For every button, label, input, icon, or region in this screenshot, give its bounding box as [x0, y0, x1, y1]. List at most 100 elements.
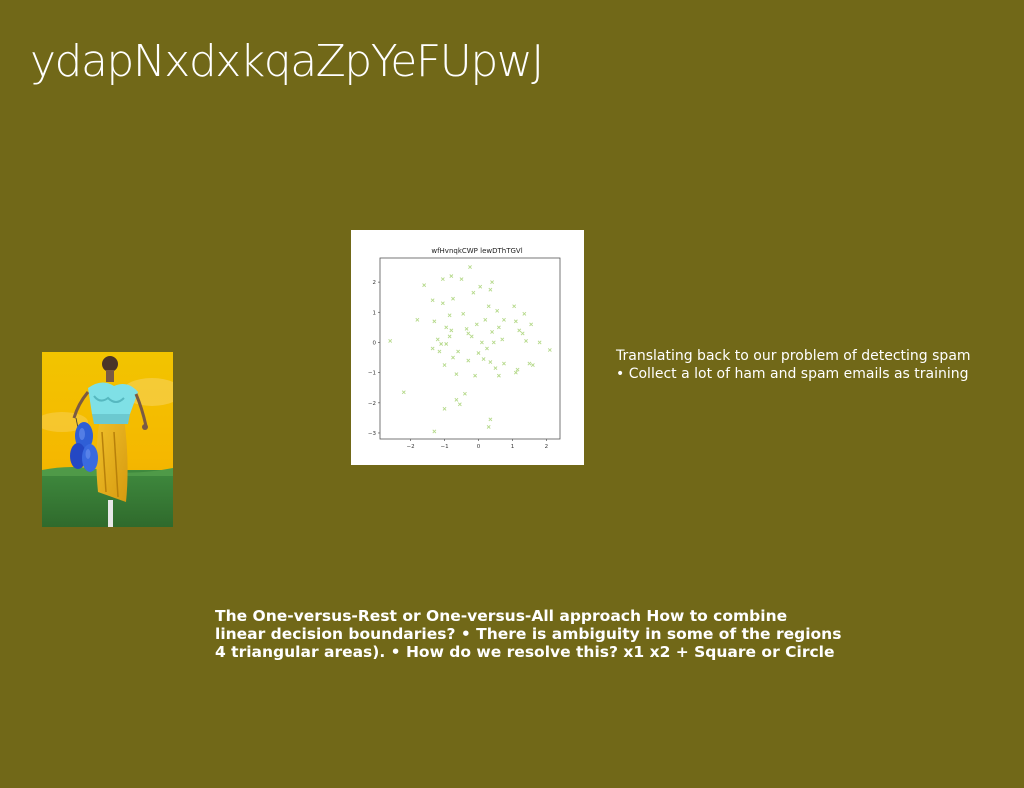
data-point: [524, 339, 528, 343]
data-point: [515, 367, 520, 372]
data-point: [461, 311, 466, 316]
data-point: [517, 328, 522, 333]
x-tick-label: 0: [477, 444, 481, 450]
data-point: [447, 334, 452, 339]
data-point: [481, 357, 486, 361]
body-text-block: The One-versus-Rest or One-versus-All ap…: [215, 607, 865, 661]
data-point: [449, 328, 454, 333]
data-point: [488, 360, 493, 364]
x-tick-label: 2: [545, 444, 549, 450]
data-point: [520, 331, 525, 336]
y-tick-label: −1: [368, 371, 376, 377]
y-tick-label: −3: [368, 431, 377, 437]
y-axis-ticks: 2 1 0 −1 −2 −3: [368, 280, 380, 437]
data-point: [488, 287, 493, 292]
body-text-line-3: 4 triangular areas). • How do we resolve…: [215, 643, 835, 661]
y-tick-label: 0: [373, 340, 377, 346]
data-point: [432, 429, 437, 434]
data-point: [490, 280, 494, 285]
scatter-chart: wfHvnqkCWP lewDThTGVl 2 1 0 −1 −2 −3 −2 −1 0 1 2: [351, 230, 584, 465]
data-point: [464, 326, 469, 331]
data-point: [496, 373, 501, 378]
data-point: [451, 355, 455, 360]
data-point: [466, 358, 471, 363]
data-point: [415, 317, 420, 322]
x-tick-label: −1: [440, 444, 448, 450]
data-point: [454, 372, 459, 377]
data-point: [422, 283, 427, 288]
data-point: [454, 397, 459, 402]
body-text-line-2: linear decision boundaries? • There is a…: [215, 625, 842, 643]
data-point: [496, 325, 501, 330]
data-point: [430, 346, 435, 351]
side-text-line-1: Translating back to our problem of detec…: [616, 348, 971, 364]
data-point: [493, 366, 498, 371]
data-point: [462, 391, 467, 396]
data-point: [490, 329, 494, 334]
data-point: [530, 363, 535, 368]
slide-title: ydapNxdxkqaZpYeFUpwJ: [30, 36, 544, 87]
x-tick-label: 1: [511, 444, 515, 450]
x-tick-label: −2: [407, 444, 415, 450]
data-point: [430, 298, 435, 303]
data-point: [468, 265, 472, 269]
data-point: [435, 337, 440, 342]
photo-illustration: [42, 352, 173, 527]
y-tick-label: 2: [373, 280, 377, 286]
plot-area-frame: [379, 257, 561, 440]
data-point: [459, 277, 464, 282]
y-tick-label: −2: [368, 401, 376, 407]
side-text-block: Translating back to our problem of detec…: [616, 347, 1016, 383]
data-points: [388, 265, 552, 434]
data-point: [537, 340, 542, 345]
data-point: [529, 322, 534, 327]
data-point: [471, 290, 476, 295]
side-text-line-2: • Collect a lot of ham and spam emails a…: [616, 366, 969, 382]
data-point: [388, 339, 393, 343]
y-tick-label: 1: [373, 310, 377, 316]
data-point: [500, 337, 505, 342]
data-point: [449, 274, 454, 279]
data-point: [476, 351, 481, 355]
data-point: [439, 342, 444, 346]
data-point: [442, 363, 447, 368]
data-point: [466, 331, 471, 336]
data-point: [440, 301, 445, 306]
data-point: [486, 304, 491, 309]
data-point: [440, 277, 445, 282]
data-point: [485, 346, 489, 351]
data-point: [513, 370, 518, 375]
photo-image: [42, 352, 173, 527]
data-point: [478, 284, 483, 289]
x-axis-ticks: −2 −1 0 1 2: [407, 439, 549, 450]
data-point: [513, 319, 518, 324]
data-point: [547, 348, 552, 352]
data-point: [495, 308, 500, 313]
data-point: [469, 334, 474, 339]
data-point: [491, 340, 496, 345]
data-point: [527, 361, 532, 366]
data-point: [442, 406, 447, 411]
data-point: [437, 349, 442, 354]
data-point: [401, 390, 406, 395]
data-point: [432, 319, 437, 324]
scatter-chart-svg: wfHvnqkCWP lewDThTGVl 2 1 0 −1 −2 −3 −2 −1 0 1 2: [368, 247, 561, 450]
data-point: [451, 296, 455, 301]
data-point: [483, 317, 488, 322]
data-point: [447, 313, 452, 318]
body-text-line-1: The One-versus-Rest or One-versus-All ap…: [215, 607, 788, 625]
data-point: [444, 342, 449, 346]
data-point: [522, 311, 527, 316]
chart-title: wfHvnqkCWP lewDThTGVl: [431, 247, 522, 255]
data-point: [473, 373, 478, 378]
data-point: [502, 361, 506, 366]
data-point: [457, 402, 462, 407]
data-point: [479, 340, 484, 345]
data-point: [456, 349, 461, 354]
data-point: [488, 417, 493, 422]
data-point: [486, 425, 491, 429]
data-point: [444, 325, 449, 330]
data-point: [474, 322, 479, 327]
data-point: [502, 317, 506, 322]
data-point: [512, 304, 517, 309]
